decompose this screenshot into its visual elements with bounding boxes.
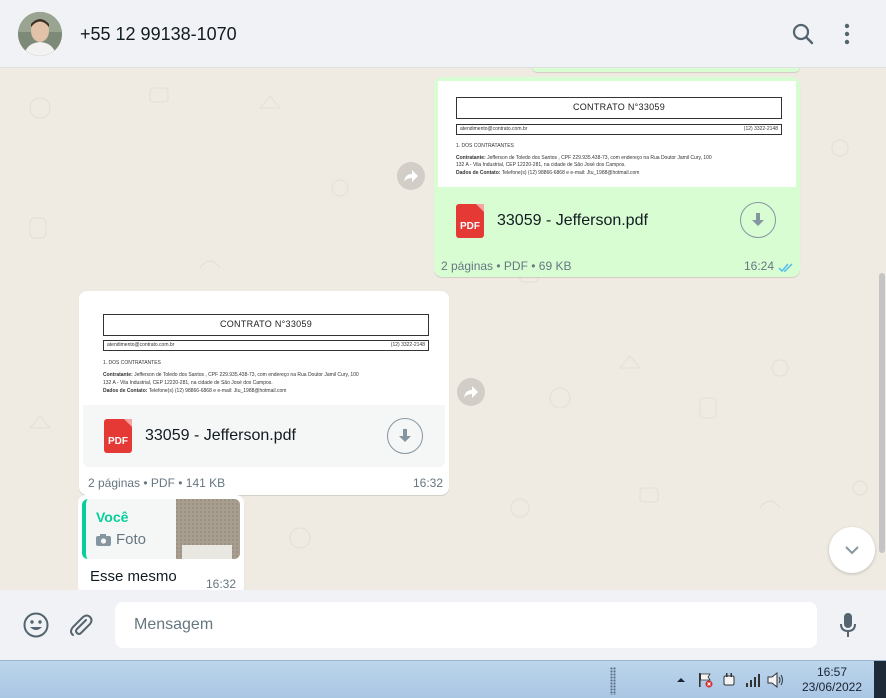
taskbar-grip[interactable]: [610, 667, 616, 695]
doc-contact-box: atendimento@contrato.com.br (12) 3322-21…: [103, 340, 429, 351]
previous-message-tail: [532, 68, 800, 72]
doc-line-3: Dados de Contato: Telefone(s) (12) 98866…: [456, 170, 640, 176]
doc-email: atendimento@contrato.com.br: [460, 126, 528, 132]
doc-contact-box: atendimento@contrato.com.br (12) 3322-21…: [456, 124, 782, 135]
file-name: 33059 - Jefferson.pdf: [497, 212, 648, 229]
doc-line-2: 132 A - Vila Industrial, CEP 12220-281, …: [456, 162, 626, 168]
doc-line-2: 132 A - Vila Industrial, CEP 12220-281, …: [103, 380, 273, 386]
doc-line-1: Contratante: Jefferson de Toledo dos San…: [456, 155, 712, 161]
document-preview[interactable]: CONTRATO N°33059 atendimento@contrato.co…: [83, 295, 445, 405]
chat-header: +55 12 99138-1070: [0, 0, 886, 68]
pdf-icon: PDF: [456, 204, 484, 238]
system-clock[interactable]: 16:57 23/06/2022: [796, 665, 868, 695]
doc-phone: (12) 3322-2148: [390, 342, 425, 348]
doc-section: 1. DOS CONTRATANTES: [456, 143, 514, 149]
quote-photo-thumbnail: [176, 499, 240, 559]
doc-email: atendimento@contrato.com.br: [107, 342, 175, 348]
doc-line-3: Dados de Contato: Telefone(s) (12) 98866…: [103, 388, 287, 394]
message-time: 16:24: [744, 259, 775, 273]
document-meta: 2 páginas • PDF • 141 KB: [88, 476, 226, 490]
reply-message[interactable]: Você Foto Esse mesmo 16:32: [78, 495, 244, 590]
doc-line-1: Contratante: Jefferson de Toledo dos San…: [103, 372, 359, 378]
document-file-row[interactable]: PDF 33059 - Jefferson.pdf: [456, 204, 648, 238]
document-preview[interactable]: CONTRATO N°33059 atendimento@contrato.co…: [438, 81, 796, 187]
search-icon[interactable]: [789, 20, 817, 48]
document-file-row[interactable]: PDF 33059 - Jefferson.pdf: [104, 419, 296, 453]
doc-title: CONTRATO N°33059: [103, 314, 429, 336]
contact-name[interactable]: +55 12 99138-1070: [80, 24, 237, 45]
download-icon[interactable]: [740, 202, 776, 238]
contact-avatar[interactable]: [18, 12, 62, 56]
message-time: 16:32: [206, 577, 237, 590]
forward-icon[interactable]: [457, 378, 485, 406]
incoming-document-message[interactable]: CONTRATO N°33059 atendimento@contrato.co…: [79, 291, 449, 495]
attach-icon[interactable]: [66, 610, 96, 640]
read-ticks-icon: [778, 260, 794, 278]
document-meta: 2 páginas • PDF • 69 KB: [441, 259, 572, 273]
emoji-icon[interactable]: [21, 610, 51, 640]
message-input[interactable]: [115, 602, 817, 648]
compose-bar: [0, 590, 886, 660]
doc-phone: (12) 3322-2148: [743, 126, 778, 132]
camera-icon: [96, 533, 111, 546]
action-center-flag-icon[interactable]: [696, 671, 714, 689]
pdf-icon: PDF: [104, 419, 132, 453]
doc-section: 1. DOS CONTRATANTES: [103, 360, 161, 366]
microphone-icon[interactable]: [833, 610, 863, 640]
message-time: 16:32: [413, 476, 444, 490]
show-desktop-button[interactable]: [874, 661, 886, 698]
doc-title: CONTRATO N°33059: [456, 97, 782, 119]
volume-icon[interactable]: [767, 671, 785, 689]
message-text: Esse mesmo: [90, 568, 177, 585]
chat-area[interactable]: CONTRATO N°33059 atendimento@contrato.co…: [0, 68, 886, 590]
quote-type: Foto: [96, 531, 146, 548]
show-hidden-icons-icon[interactable]: [672, 671, 690, 689]
download-icon[interactable]: [387, 418, 423, 454]
scroll-to-bottom-button[interactable]: [829, 527, 875, 573]
quote-author: Você: [96, 509, 129, 525]
clock-time: 16:57: [816, 665, 848, 679]
network-signal-icon[interactable]: [744, 671, 762, 689]
file-name: 33059 - Jefferson.pdf: [145, 427, 296, 444]
chevron-down-icon: [845, 546, 859, 555]
chat-scrollbar[interactable]: [879, 273, 885, 553]
quoted-message[interactable]: Você Foto: [82, 499, 240, 559]
menu-icon[interactable]: [833, 20, 861, 48]
outgoing-document-message[interactable]: CONTRATO N°33059 atendimento@contrato.co…: [434, 77, 800, 277]
windows-taskbar: 16:57 23/06/2022: [0, 660, 886, 698]
clock-date: 23/06/2022: [801, 680, 863, 694]
power-plug-icon[interactable]: [720, 671, 738, 689]
forward-icon[interactable]: [397, 162, 425, 190]
